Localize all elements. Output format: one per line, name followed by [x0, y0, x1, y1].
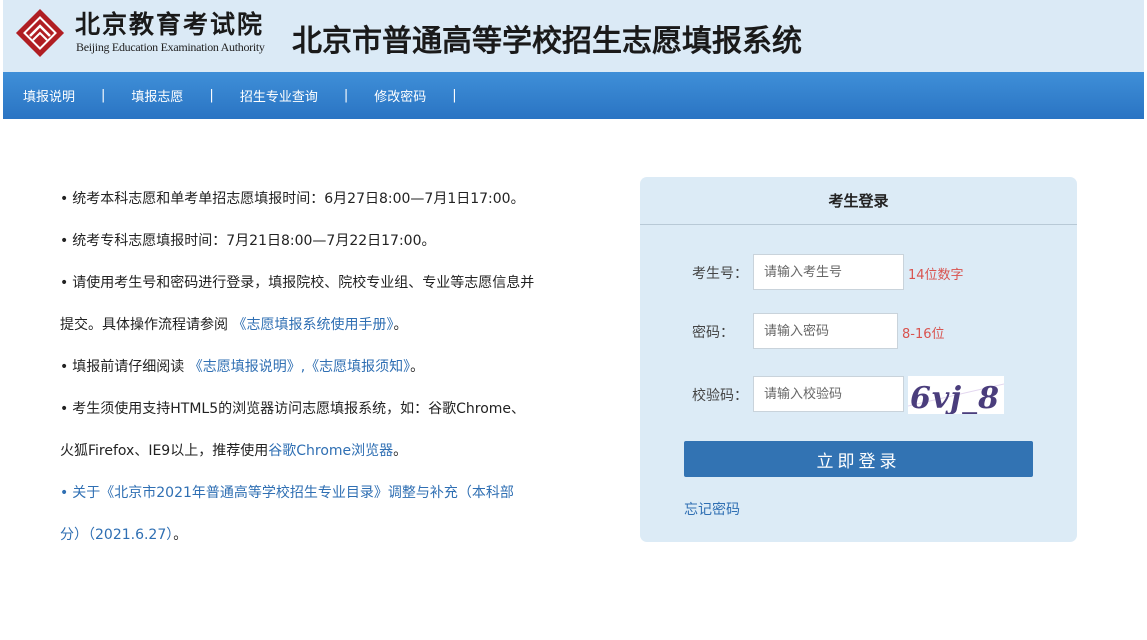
- top-nav: 填报说明 | 填报志愿 | 招生专业查询 | 修改密码 |: [3, 72, 1144, 119]
- login-title: 考生登录: [640, 177, 1077, 225]
- notice-item: • 填报前请仔细阅读 《志愿填报说明》,《志愿填报须知》。: [60, 346, 590, 388]
- nav-item-instructions[interactable]: 填报说明: [23, 86, 75, 105]
- catalog-adjustment-link-continued[interactable]: 分）（2021.6.27）。: [60, 514, 590, 556]
- bullet: •: [60, 275, 69, 291]
- notice-text: 考生须使用支持HTML5的浏览器访问志愿填报系统，如：谷歌Chrome、: [72, 401, 526, 417]
- notice-text: 。: [410, 359, 425, 375]
- notice-text: 请使用考生号和密码进行登录，填报院校、院校专业组、专业等志愿信息并: [72, 275, 535, 291]
- notice-item: • 请使用考生号和密码进行登录，填报院校、院校专业组、专业等志愿信息并: [60, 262, 590, 304]
- exam-authority-logo: [15, 8, 65, 58]
- nav-separator: |: [101, 88, 106, 103]
- org-name-cn: 北京教育考试院: [75, 10, 265, 39]
- bullet: •: [60, 191, 69, 207]
- notice-item: • 统考本科志愿和单考单招志愿填报时间：6月27日8:00—7月1日17:00。: [60, 178, 590, 220]
- notice-item: • 考生须使用支持HTML5的浏览器访问志愿填报系统，如：谷歌Chrome、: [60, 388, 590, 430]
- nav-separator: |: [452, 88, 457, 103]
- password-hint: 8-16位: [902, 327, 945, 342]
- bullet: •: [60, 401, 69, 417]
- notice-text: 火狐Firefox、IE9以上，推荐使用: [60, 443, 269, 459]
- user-manual-link[interactable]: 《志愿填报系统使用手册》: [232, 317, 393, 333]
- notice-text: 。: [173, 527, 188, 543]
- notice-text: 。: [393, 317, 408, 333]
- captcha-input[interactable]: [753, 376, 904, 412]
- notice-text: 。: [393, 443, 408, 459]
- bullet: •: [60, 359, 69, 375]
- password-label: 密码：: [692, 325, 734, 341]
- nav-separator: |: [209, 88, 214, 103]
- fill-instructions-link[interactable]: 《志愿填报说明》: [189, 359, 301, 375]
- nav-item-fill-application[interactable]: 填报志愿: [131, 86, 183, 105]
- chrome-browser-link[interactable]: 谷歌Chrome浏览器: [268, 443, 393, 459]
- bullet: •: [60, 233, 69, 249]
- captcha-text: 6vj_8: [910, 381, 1000, 414]
- student-id-input[interactable]: [753, 254, 904, 290]
- nav-separator: |: [343, 88, 349, 103]
- notice-text: 提交。具体操作流程请参阅: [60, 317, 233, 333]
- notice-text: 统考本科志愿和单考单招志愿填报时间：6月27日8:00—7月1日17:00。: [72, 191, 525, 207]
- system-title: 北京市普通高等学校招生志愿填报系统: [292, 24, 802, 59]
- notice-link-text[interactable]: 分）（2021.6.27）: [60, 527, 173, 543]
- student-id-label: 考生号：: [692, 266, 748, 282]
- fill-notice-link[interactable]: 《志愿填报须知》: [305, 359, 410, 375]
- bullet: •: [60, 485, 69, 501]
- login-button[interactable]: 立即登录: [684, 441, 1033, 477]
- nav-item-major-query[interactable]: 招生专业查询: [240, 86, 318, 105]
- notice-text: 统考专科志愿填报时间：7月21日8:00—7月22日17:00。: [72, 233, 436, 249]
- student-id-hint: 14位数字: [908, 268, 964, 283]
- password-input[interactable]: [753, 313, 898, 349]
- login-panel: 考生登录 考生号： 14位数字 密码： 8-16位 校验码： 6vj_8 立即登…: [640, 177, 1077, 542]
- header: 北京教育考试院 Beijing Education Examination Au…: [3, 0, 1144, 72]
- captcha-image[interactable]: 6vj_8: [908, 376, 1004, 414]
- notice-list: • 统考本科志愿和单考单招志愿填报时间：6月27日8:00—7月1日17:00。 …: [60, 178, 590, 556]
- forgot-password-link[interactable]: 忘记密码: [684, 499, 740, 519]
- notice-link-text[interactable]: 关于《北京市2021年普通高等学校招生专业目录》调整与补充（本科部: [72, 485, 514, 501]
- notice-item-continued: 火狐Firefox、IE9以上，推荐使用谷歌Chrome浏览器。: [60, 430, 590, 472]
- captcha-label: 校验码：: [692, 388, 748, 404]
- nav-item-change-password[interactable]: 修改密码: [374, 86, 426, 105]
- notice-text: 填报前请仔细阅读: [72, 359, 189, 375]
- login-page: 北京教育考试院 Beijing Education Examination Au…: [0, 0, 1147, 640]
- catalog-adjustment-link[interactable]: • 关于《北京市2021年普通高等学校招生专业目录》调整与补充（本科部: [60, 472, 590, 514]
- notice-item-continued: 提交。具体操作流程请参阅 《志愿填报系统使用手册》。: [60, 304, 590, 346]
- org-name-en: Beijing Education Examination Authority: [76, 40, 265, 54]
- notice-item: • 统考专科志愿填报时间：7月21日8:00—7月22日17:00。: [60, 220, 590, 262]
